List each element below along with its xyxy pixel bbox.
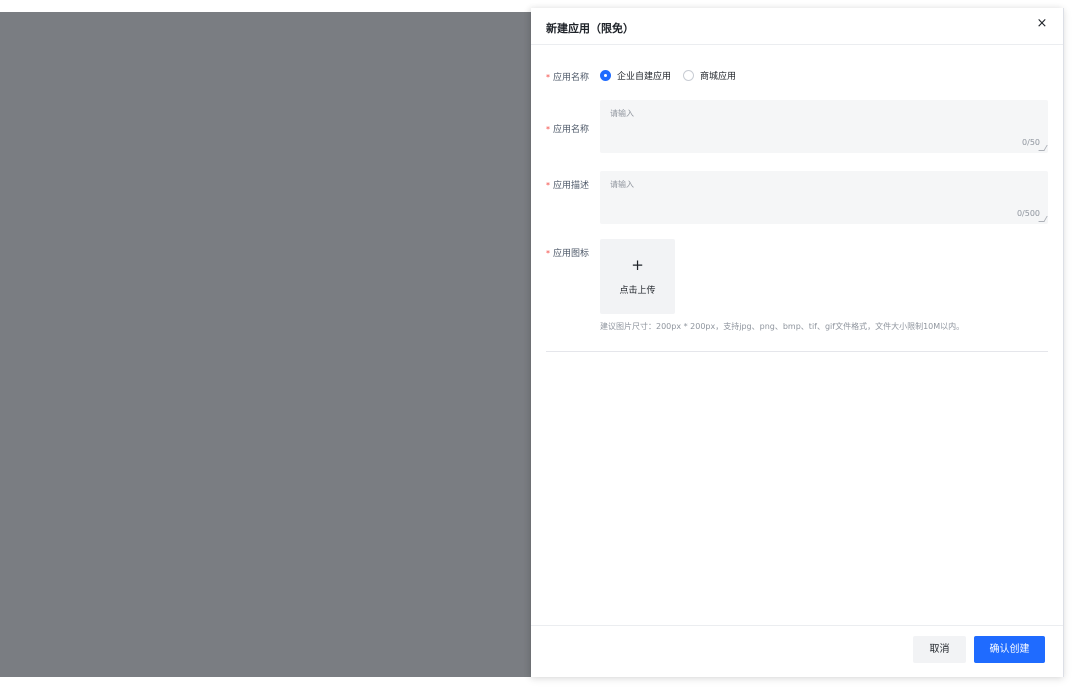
app-type-label: * 应用名称 [546,70,589,83]
app-icon-label: * 应用图标 [546,246,589,259]
confirm-create-button[interactable]: 确认创建 [974,636,1045,663]
app-type-radio-group: 企业自建应用 商城应用 [600,68,748,82]
screen: 新建应用（限免） × * 应用名称 企业自建应用 商城应用 * 应用名称 请输入 0… [0,0,1075,689]
cancel-button[interactable]: 取消 [913,636,966,663]
required-mark: * [546,249,550,258]
radio-store-app-label: 商城应用 [700,71,737,82]
radio-unchecked-icon [683,69,695,81]
resize-handle-icon[interactable] [1038,216,1048,222]
plus-icon: + [631,256,644,274]
app-type-label-text: 应用名称 [553,73,590,83]
create-app-drawer: 新建应用（限免） × * 应用名称 企业自建应用 商城应用 * 应用名称 请输入 0… [531,8,1064,677]
app-description-label: * 应用描述 [546,178,589,191]
upload-hint: 建议图片尺寸：200px * 200px，支持jpg、png、bmp、tif、g… [600,322,965,331]
app-icon-label-text: 应用图标 [553,249,590,259]
app-description-placeholder: 请输入 [610,180,634,189]
app-description-counter: 0/500 [1016,209,1040,218]
modal-mask[interactable] [0,12,531,677]
required-mark: * [546,181,550,190]
radio-enterprise-app-label: 企业自建应用 [617,71,672,82]
radio-checked-icon [600,69,611,81]
app-name-textarea[interactable]: 请输入 0/50 [600,100,1048,153]
radio-enterprise-app[interactable]: 企业自建应用 [600,69,671,82]
app-name-label: * 应用名称 [546,122,589,135]
resize-handle-icon[interactable] [1038,145,1048,151]
form-divider [546,351,1048,352]
radio-store-app[interactable]: 商城应用 [683,69,736,82]
icon-upload-button[interactable]: + 点击上传 [600,239,675,314]
app-name-counter: 0/50 [1022,138,1040,147]
app-description-textarea[interactable]: 请输入 0/500 [600,171,1048,224]
app-description-label-text: 应用描述 [553,181,590,191]
close-icon[interactable]: × [1034,16,1050,32]
upload-label: 点击上传 [619,286,656,296]
drawer-header: 新建应用（限免） × [531,8,1063,45]
drawer-footer: 取消 确认创建 [531,625,1063,677]
required-mark: * [546,73,550,82]
drawer-title: 新建应用（限免） [546,22,634,35]
app-name-placeholder: 请输入 [610,109,634,118]
app-name-label-text: 应用名称 [553,125,590,135]
required-mark: * [546,125,550,134]
